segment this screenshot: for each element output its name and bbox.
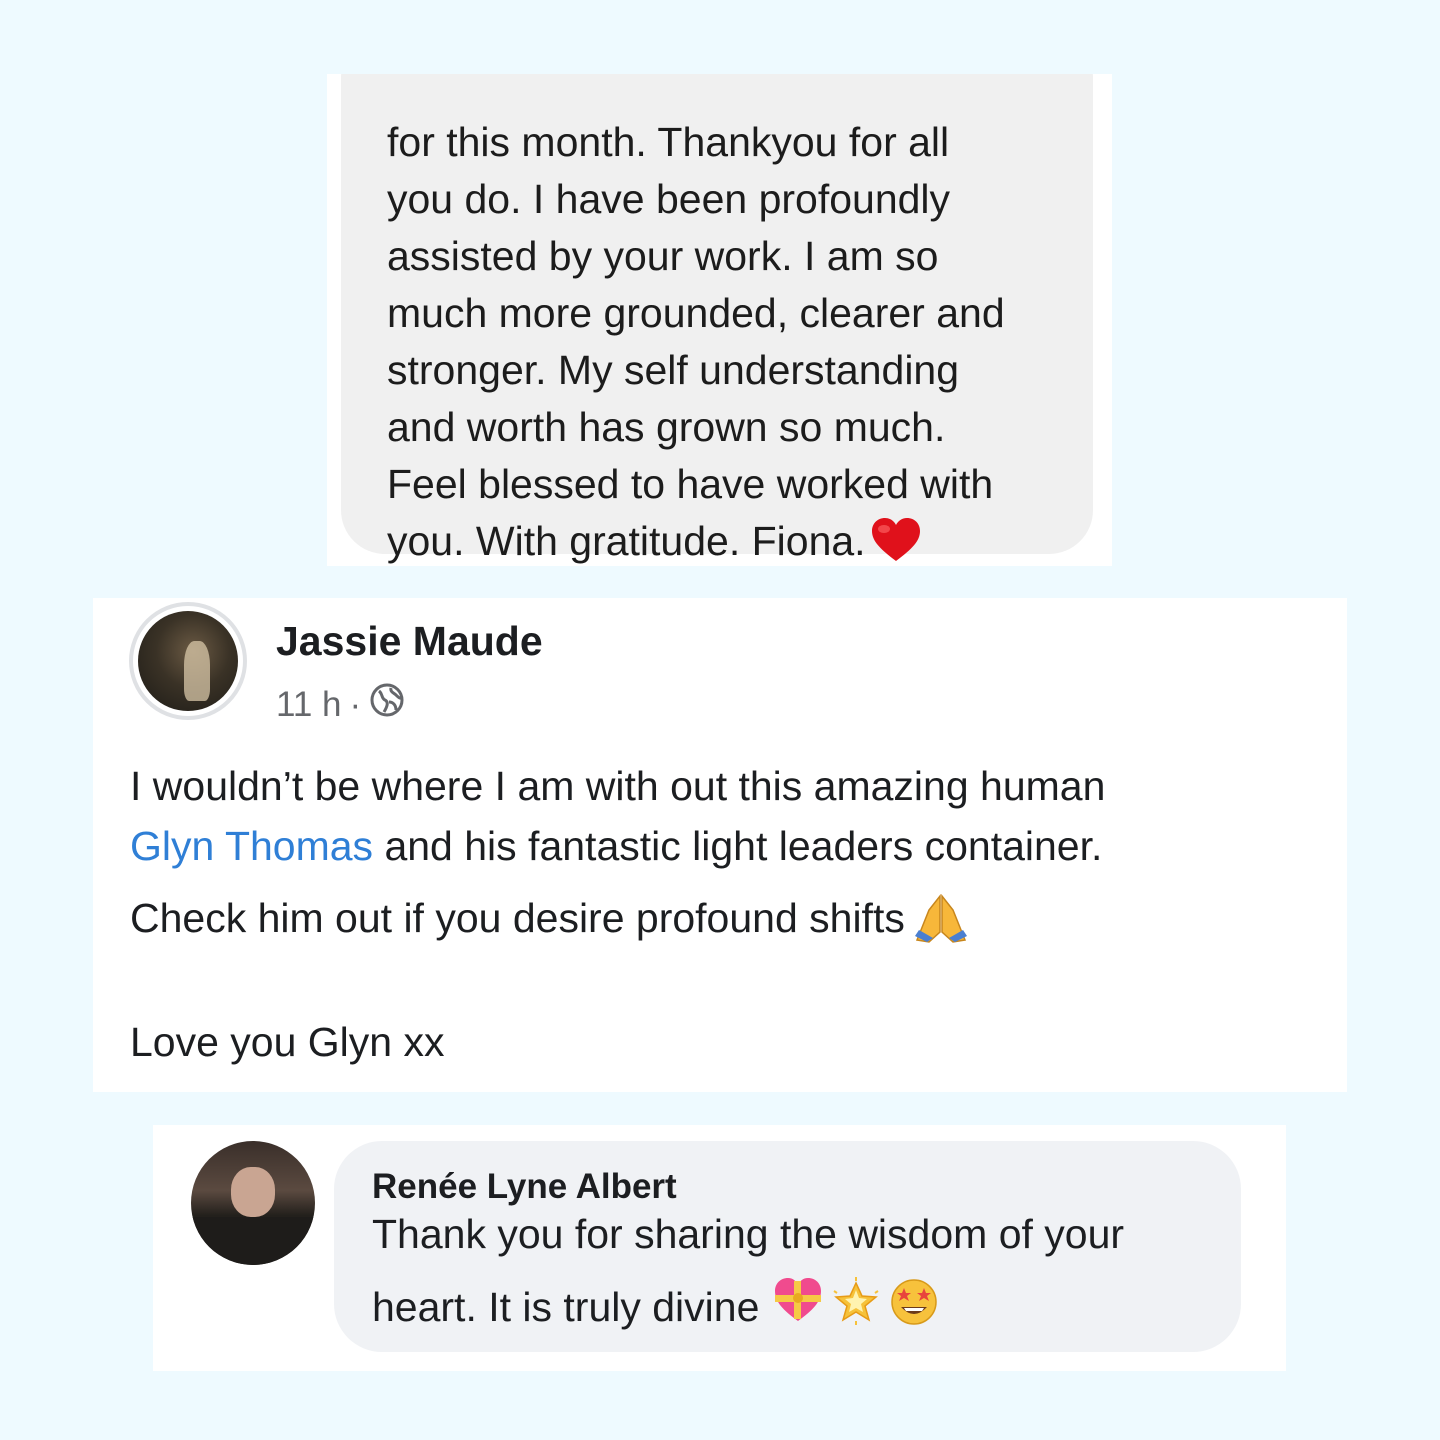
message-line-last: you. With gratitude. Fiona.	[387, 513, 1005, 566]
message-bubble: for this month. Thankyou for all you do.…	[341, 74, 1093, 564]
heart-with-ribbon-icon	[773, 1277, 823, 1337]
star-struck-icon	[889, 1277, 939, 1337]
red-heart-icon	[870, 517, 922, 566]
comment-author-name[interactable]: Renée Lyne Albert	[372, 1167, 677, 1207]
post-line: Love you Glyn xx	[130, 1019, 445, 1065]
message-text: for this month. Thankyou for all you do.…	[387, 114, 1005, 566]
message-line: you. With gratitude. Fiona.	[387, 518, 866, 564]
message-card: for this month. Thankyou for all you do.…	[327, 74, 1112, 566]
mention-link[interactable]: Glyn Thomas	[130, 823, 373, 869]
comment-card: Renée Lyne Albert Thank you for sharing …	[153, 1125, 1286, 1371]
message-line: assisted by your work. I am so	[387, 233, 939, 279]
post-body: I wouldn’t be where I am with out this a…	[130, 756, 1330, 1072]
post-text: Check him out if you desire profound shi…	[130, 895, 905, 941]
message-line: you do. I have been profoundly	[387, 176, 951, 222]
post-line: I wouldn’t be where I am with out this a…	[130, 763, 1106, 809]
message-line: for this month. Thankyou for all	[387, 119, 950, 165]
comment-line-last: heart. It is truly divine	[372, 1277, 939, 1337]
post-time[interactable]: 11 h	[276, 685, 342, 725]
avatar[interactable]	[191, 1141, 315, 1265]
post-line: Glyn Thomas and his fantastic light lead…	[130, 816, 1330, 888]
post-spacer	[130, 948, 1330, 1012]
message-line: much more grounded, clearer and	[387, 290, 1005, 336]
post-meta: 11 h ·	[276, 682, 405, 727]
post-author-name[interactable]: Jassie Maude	[276, 618, 543, 665]
meta-separator: ·	[349, 684, 362, 724]
message-line: and worth has grown so much.	[387, 404, 946, 450]
comment-emojis	[773, 1277, 939, 1337]
post-line: Check him out if you desire profound shi…	[130, 888, 1330, 948]
message-line: stronger. My self understanding	[387, 347, 960, 393]
comment-line: Thank you for sharing the wisdom of your	[372, 1211, 1125, 1257]
avatar-photo	[138, 611, 238, 711]
message-line: Feel blessed to have worked with	[387, 461, 994, 507]
post-text: and his fantastic light leaders containe…	[373, 823, 1103, 869]
globe-icon[interactable]	[369, 682, 405, 727]
avatar[interactable]	[129, 602, 247, 720]
glowing-star-icon	[831, 1277, 881, 1337]
comment-line: heart. It is truly divine	[372, 1283, 760, 1330]
praying-hands-icon	[911, 892, 971, 960]
post-card: Jassie Maude 11 h · I wouldn’t be where …	[93, 598, 1347, 1092]
comment-bubble: Renée Lyne Albert Thank you for sharing …	[334, 1141, 1241, 1352]
